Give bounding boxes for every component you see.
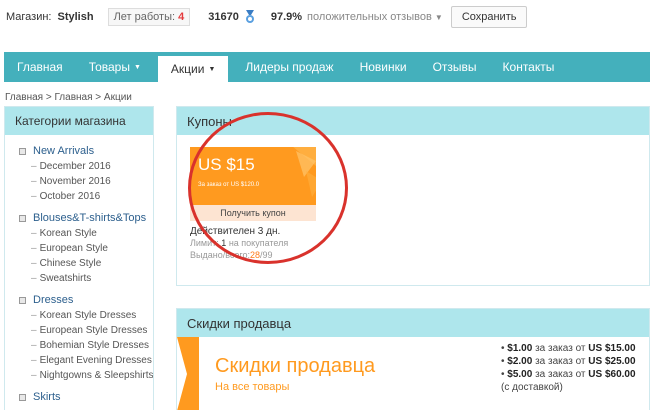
feedback-label: положительных отзывов [307, 11, 432, 23]
nav-promotions-label: Акции [170, 62, 205, 76]
seller-discounts-panel: Скидки продавца Скидки продавца На все т… [176, 308, 650, 410]
subcategory-item[interactable]: – European Style Dresses [5, 325, 153, 336]
nav-bestsellers[interactable]: Лидеры продаж [232, 52, 346, 82]
subcategory-item[interactable]: – Bohemian Style Dresses [5, 340, 153, 351]
category-new-arrivals[interactable]: New Arrivals [5, 145, 153, 157]
category-group: Dresses – Korean Style Dresses – European … [5, 294, 153, 381]
nav-new-label: Новинки [359, 60, 407, 74]
sidebar-title: Категории магазина [5, 107, 153, 135]
collapse-square-icon[interactable] [19, 393, 26, 401]
discount-banner: Скидки продавца На все товары • $1.00 за… [177, 337, 649, 410]
red-highlight-circle [188, 112, 348, 264]
category-label: Dresses [33, 294, 74, 306]
discount-tier: • $2.00 за заказ от US $25.00 [501, 356, 636, 367]
category-label: New Arrivals [33, 145, 95, 157]
feedback-percent: 97.9% [270, 11, 303, 23]
discount-tiers: • $1.00 за заказ от US $15.00 • $2.00 за… [501, 343, 636, 395]
subcategory-item[interactable]: – December 2016 [5, 161, 153, 172]
collapse-square-icon[interactable] [19, 147, 26, 155]
nav-products-label: Товары [88, 60, 130, 74]
store-nav: Главная Товары ▼ Акции ▼ Лидеры продаж Нов… [4, 52, 650, 82]
medal-icon [245, 10, 254, 23]
years-value: 4 [178, 11, 185, 23]
nav-home[interactable]: Главная [4, 52, 76, 82]
years-label: Лет работы: [113, 11, 176, 23]
category-label: Skirts [33, 391, 61, 403]
store-name[interactable]: Stylish [58, 11, 94, 23]
discount-tier: • $5.00 за заказ от US $60.00 [501, 369, 636, 380]
banner-subtitle: На все товары [215, 381, 290, 393]
nav-reviews-label: Отзывы [432, 60, 477, 74]
nav-promotions[interactable]: Акции ▼ [157, 56, 229, 82]
nav-contacts-label: Контакты [502, 60, 555, 74]
nav-bestsellers-label: Лидеры продаж [245, 60, 334, 74]
caret-down-icon: ▼ [133, 63, 141, 71]
breadcrumb[interactable]: Главная > Главная > Акции [5, 92, 132, 103]
discounts-title: Скидки продавца [177, 309, 649, 337]
category-dresses[interactable]: Dresses [5, 294, 153, 306]
nav-new[interactable]: Новинки [347, 52, 420, 82]
category-sidebar: Категории магазина New Arrivals – Decembe… [4, 106, 154, 410]
category-group: Blouses&T-shirts&Tops – Korean Style – Eur… [5, 212, 153, 284]
feedback-dropdown[interactable]: положительных отзывов ▼ [307, 11, 443, 23]
caret-down-icon: ▼ [208, 65, 216, 73]
subcategory-item[interactable]: – October 2016 [5, 191, 153, 202]
subcategory-item[interactable]: – Sweatshirts [5, 273, 153, 284]
banner-title: Скидки продавца [215, 355, 376, 377]
subcategory-item[interactable]: – November 2016 [5, 176, 153, 187]
collapse-square-icon[interactable] [19, 296, 26, 304]
subcategory-item[interactable]: – Nightgowns & Sleepshirts [5, 370, 153, 381]
subcategory-item[interactable]: – Chinese Style [5, 258, 153, 269]
category-label: Blouses&T-shirts&Tops [33, 212, 147, 224]
subcategory-item[interactable]: – Korean Style [5, 228, 153, 239]
store-info-bar: Магазин: Stylish Лет работы: 4 31670 97.… [0, 0, 650, 34]
store-score: 31670 [208, 11, 239, 23]
nav-contacts[interactable]: Контакты [490, 52, 568, 82]
years-badge: Лет работы: 4 [107, 8, 191, 26]
nav-home-label: Главная [17, 60, 63, 74]
subcategory-item[interactable]: – Elegant Evening Dresses [5, 355, 153, 366]
nav-reviews[interactable]: Отзывы [420, 52, 490, 82]
nav-products[interactable]: Товары ▼ [76, 52, 154, 82]
store-label: Магазин: [6, 11, 52, 23]
collapse-square-icon[interactable] [19, 214, 26, 222]
category-blouses[interactable]: Blouses&T-shirts&Tops [5, 212, 153, 224]
subcategory-item[interactable]: – Korean Style Dresses [5, 310, 153, 321]
category-group: Skirts [5, 391, 153, 403]
subcategory-item[interactable]: – European Style [5, 243, 153, 254]
save-store-button[interactable]: Сохранить [450, 6, 528, 28]
discount-tier: • $1.00 за заказ от US $15.00 [501, 343, 636, 354]
chevron-down-icon: ▼ [434, 13, 443, 22]
ribbon-icon [177, 337, 199, 410]
category-skirts[interactable]: Skirts [5, 391, 153, 403]
category-group: New Arrivals – December 2016 – November 20… [5, 145, 153, 202]
shipping-note: (с доставкой) [501, 382, 563, 393]
